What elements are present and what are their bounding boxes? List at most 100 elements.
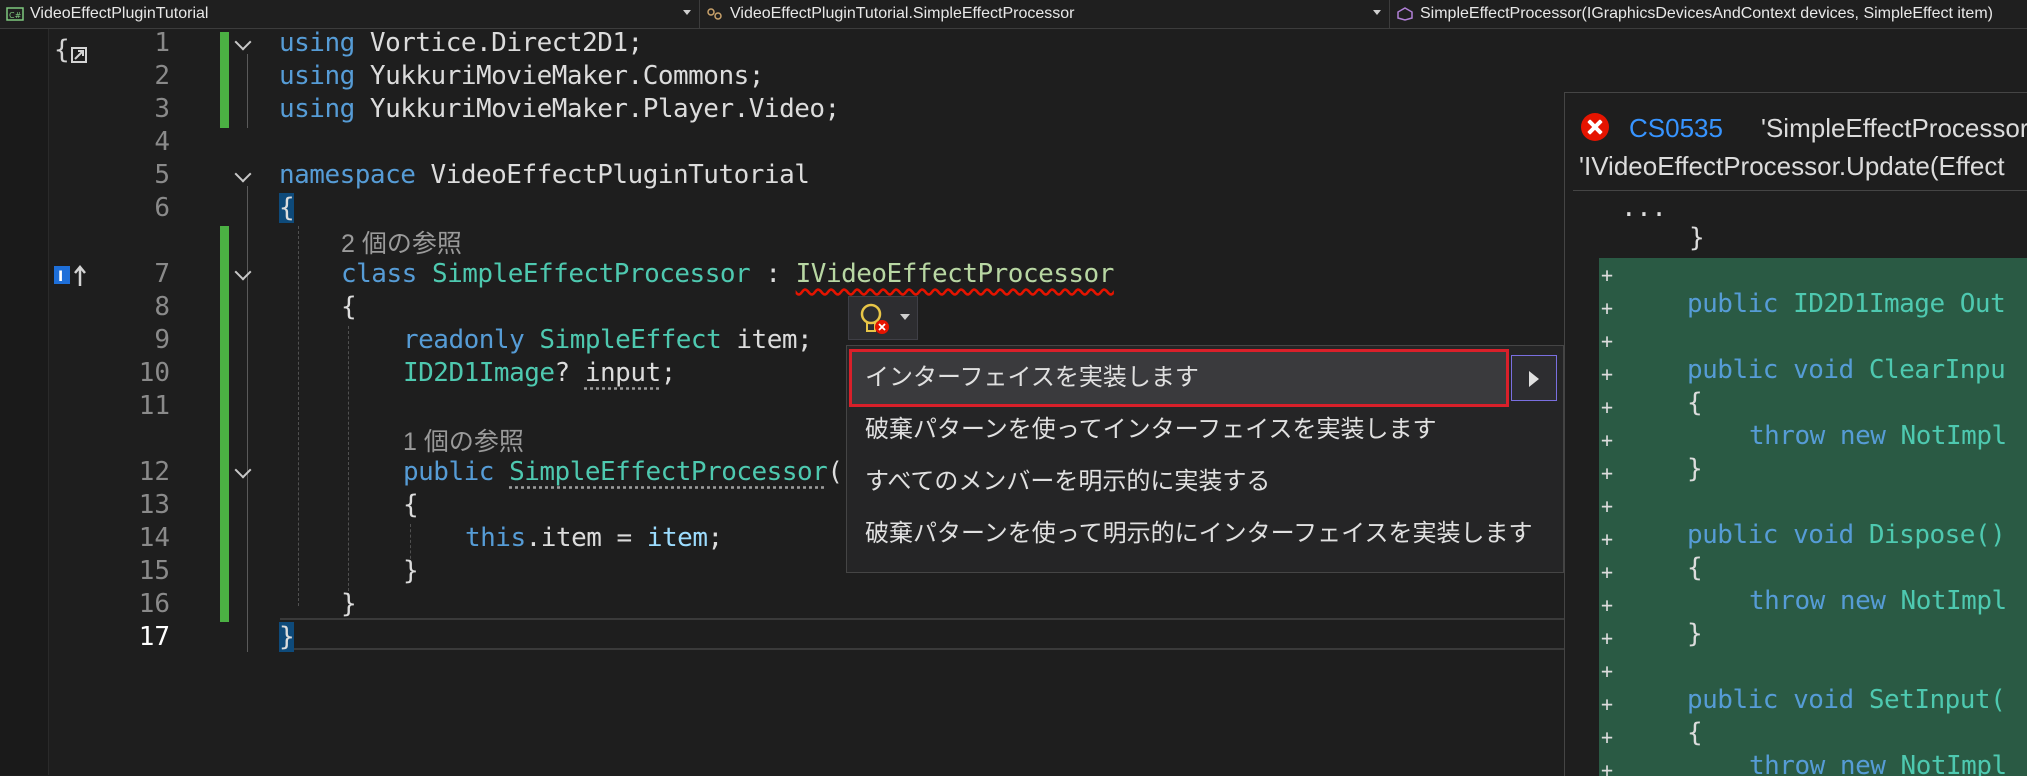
diff-plus-marker: + bbox=[1601, 527, 1614, 551]
line-number: 14 bbox=[138, 523, 170, 553]
outline-line bbox=[247, 186, 248, 652]
code-line-14[interactable]: this.item = item; bbox=[465, 523, 723, 553]
menu-item-implement-explicitly[interactable]: すべてのメンバーを明示的に実装する bbox=[865, 462, 1270, 502]
preview-line: } bbox=[1687, 619, 1703, 649]
code-line-17[interactable]: } bbox=[279, 622, 295, 652]
error-message: 'SimpleEffectProcessor' i bbox=[1761, 113, 2027, 143]
code-line-6[interactable]: { bbox=[279, 193, 295, 223]
preview-line: public ID2D1Image Out bbox=[1687, 289, 2006, 319]
code-line-16[interactable]: } bbox=[341, 589, 357, 619]
outline-line bbox=[247, 54, 248, 128]
code-line-2[interactable]: using YukkuriMovieMaker.Commons; bbox=[279, 61, 764, 91]
preview-line: { bbox=[1687, 718, 1703, 748]
diff-plus-marker: + bbox=[1601, 725, 1614, 749]
diff-plus-marker: + bbox=[1601, 461, 1614, 485]
code-line-13[interactable]: { bbox=[403, 490, 419, 520]
change-preview-pane: CS0535 'SimpleEffectProcessor' i 'IVideo… bbox=[1564, 92, 2027, 776]
indent-guide bbox=[348, 326, 349, 596]
line-number: 4 bbox=[154, 127, 170, 157]
diff-plus-marker: + bbox=[1601, 626, 1614, 650]
preview-line: throw new NotImpl bbox=[1749, 421, 2007, 451]
member-name: SimpleEffectProcessor(IGraphicsDevicesAn… bbox=[1420, 5, 1993, 22]
fold-chevron-icon[interactable] bbox=[236, 464, 248, 476]
change-indicator bbox=[220, 226, 229, 622]
menu-item-implement-dispose-pattern[interactable]: 破棄パターンを使ってインターフェイスを実装します bbox=[865, 410, 1436, 450]
chevron-down-icon bbox=[683, 10, 691, 15]
fold-chevron-icon[interactable] bbox=[236, 168, 248, 180]
diff-plus-marker: + bbox=[1601, 692, 1614, 716]
class-icon bbox=[706, 7, 724, 21]
ctor-reference-count[interactable]: 1 個の参照 bbox=[403, 422, 524, 458]
svg-text:C#: C# bbox=[9, 11, 22, 20]
line-number: 2 bbox=[154, 61, 170, 91]
diff-plus-marker: + bbox=[1601, 395, 1614, 419]
line-number: 6 bbox=[154, 193, 170, 223]
member-dropdown[interactable]: SimpleEffectProcessor(IGraphicsDevicesAn… bbox=[1390, 0, 2027, 28]
line-number: 16 bbox=[138, 589, 170, 619]
code-line-8[interactable]: { bbox=[341, 292, 357, 322]
line-number: 5 bbox=[154, 160, 170, 190]
indent-guide bbox=[298, 226, 299, 606]
preview-line: } bbox=[1687, 454, 1703, 484]
code-snippet-icon[interactable]: { bbox=[54, 32, 94, 75]
project-dropdown[interactable]: C# VideoEffectPluginTutorial bbox=[0, 0, 700, 28]
line-number: 1 bbox=[154, 28, 170, 58]
quick-actions-menu: インターフェイスを実装します 破棄パターンを使ってインターフェイスを実装します … bbox=[846, 345, 1564, 573]
diff-plus-marker: + bbox=[1601, 758, 1614, 776]
svg-text:I: I bbox=[58, 269, 63, 285]
line-number: 3 bbox=[154, 94, 170, 124]
change-indicator bbox=[220, 32, 229, 128]
line-number-current: 17 bbox=[138, 622, 170, 652]
code-line-9[interactable]: readonly SimpleEffect item; bbox=[403, 325, 813, 355]
class-reference-count[interactable]: 2 個の参照 bbox=[341, 224, 462, 260]
code-line-10[interactable]: ID2D1Image? input; bbox=[403, 358, 676, 388]
code-line-7[interactable]: class SimpleEffectProcessor : IVideoEffe… bbox=[341, 259, 1114, 289]
code-line-5[interactable]: namespace VideoEffectPluginTutorial bbox=[279, 160, 810, 190]
fold-chevron-icon[interactable] bbox=[236, 266, 248, 278]
quick-actions-lightbulb[interactable] bbox=[848, 296, 918, 340]
code-line-12[interactable]: public SimpleEffectProcessor( bbox=[403, 457, 843, 487]
error-squiggle: IVideoEffectProcessor bbox=[795, 259, 1115, 289]
code-line-3[interactable]: using YukkuriMovieMaker.Player.Video; bbox=[279, 94, 840, 124]
fold-chevron-icon[interactable] bbox=[236, 36, 248, 48]
preview-close-brace: } bbox=[1689, 223, 1705, 253]
type-name: VideoEffectPluginTutorial.SimpleEffectPr… bbox=[730, 5, 1075, 22]
implementation-icon[interactable]: I bbox=[54, 262, 94, 299]
line-number: 11 bbox=[138, 391, 170, 421]
menu-item-implement-interface[interactable]: インターフェイスを実装します bbox=[865, 358, 1199, 398]
method-icon bbox=[1396, 7, 1414, 21]
type-dropdown[interactable]: VideoEffectPluginTutorial.SimpleEffectPr… bbox=[700, 0, 1390, 28]
diff-plus-marker: + bbox=[1601, 494, 1614, 518]
error-icon bbox=[1581, 113, 1609, 141]
glyph-margin bbox=[0, 29, 49, 775]
chevron-down-icon bbox=[1373, 10, 1381, 15]
diff-plus-marker: + bbox=[1601, 659, 1614, 683]
preview-line: throw new NotImpl bbox=[1749, 586, 2007, 616]
line-number: 15 bbox=[138, 556, 170, 586]
preview-line: { bbox=[1687, 553, 1703, 583]
code-line-1[interactable]: using Vortice.Direct2D1; bbox=[279, 28, 643, 58]
navigation-bar: C# VideoEffectPluginTutorial VideoEffect… bbox=[0, 0, 2027, 29]
current-line-highlight bbox=[280, 618, 1570, 650]
menu-item-implement-explicitly-dispose[interactable]: 破棄パターンを使って明示的にインターフェイスを実装します bbox=[865, 514, 1532, 554]
preview-line: public void ClearInpu bbox=[1687, 355, 2006, 385]
diff-plus-marker: + bbox=[1601, 296, 1614, 320]
project-icon: C# bbox=[6, 7, 24, 21]
svg-text:{: { bbox=[54, 35, 70, 65]
preview-line: { bbox=[1687, 388, 1703, 418]
divider bbox=[1573, 190, 2027, 191]
diff-plus-marker: + bbox=[1601, 560, 1614, 584]
code-line-15[interactable]: } bbox=[403, 556, 419, 586]
line-number: 9 bbox=[154, 325, 170, 355]
project-name: VideoEffectPluginTutorial bbox=[30, 5, 209, 22]
line-number: 7 bbox=[154, 259, 170, 289]
submenu-arrow-icon[interactable] bbox=[1511, 355, 1557, 401]
line-number: 12 bbox=[138, 457, 170, 487]
preview-line: throw new NotImpl bbox=[1749, 751, 2007, 776]
diff-plus-marker: + bbox=[1601, 428, 1614, 452]
diff-plus-marker: + bbox=[1601, 593, 1614, 617]
preview-ellipsis: ... bbox=[1621, 193, 1667, 223]
lightbulb-error-icon bbox=[860, 303, 910, 334]
preview-line: public void Dispose() bbox=[1687, 520, 2006, 550]
error-code-link[interactable]: CS0535 bbox=[1629, 113, 1723, 144]
